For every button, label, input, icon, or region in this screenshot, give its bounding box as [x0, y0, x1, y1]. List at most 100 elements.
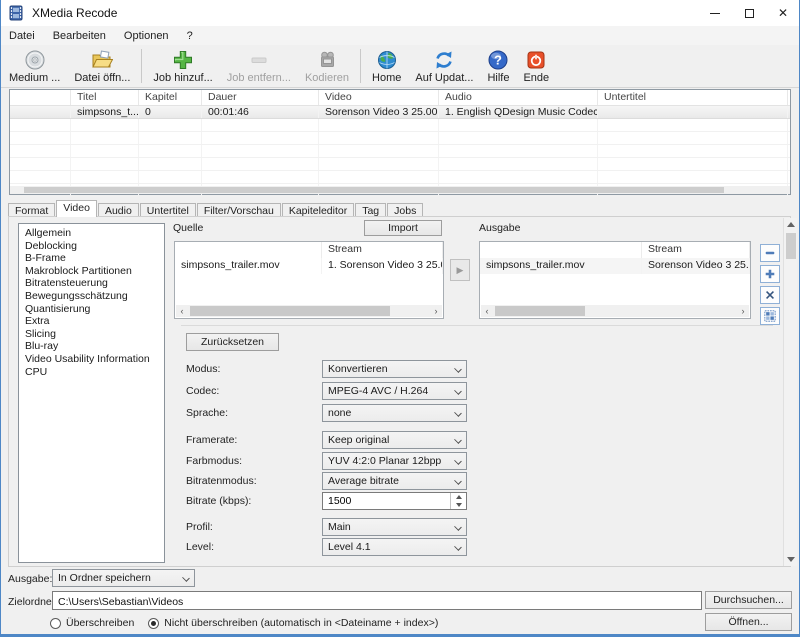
minimize-button[interactable] — [698, 0, 732, 26]
list-item-deblocking[interactable]: Deblocking — [19, 240, 164, 253]
chevron-down-icon — [454, 409, 462, 417]
file-list-table[interactable]: TitelKapitelDauerVideoAudioUntertitelsim… — [9, 89, 791, 195]
radio-overwrite[interactable]: Überschreiben — [50, 617, 134, 629]
list-item-bewegungssch-tzung[interactable]: Bewegungsschätzung — [19, 290, 164, 303]
hscrollbar-thumb[interactable] — [190, 306, 390, 316]
menu-item-datei[interactable]: Datei — [0, 28, 44, 44]
maximize-button[interactable] — [732, 0, 766, 26]
select-profil[interactable]: Main — [322, 518, 467, 536]
file-table-hscrollbar[interactable] — [10, 186, 790, 194]
table-row-empty — [10, 145, 790, 158]
output-file-cell: simpsons_trailer.mov — [480, 258, 642, 274]
scroll-up-icon[interactable] — [784, 218, 798, 231]
list-item-slicing[interactable]: Slicing — [19, 328, 164, 341]
select-codec[interactable]: MPEG-4 AVC / H.264 — [322, 382, 467, 400]
menu-item-bearbeiten[interactable]: Bearbeiten — [44, 28, 115, 44]
select-framerate[interactable]: Keep original — [322, 431, 467, 449]
column-header-Audio[interactable]: Audio — [439, 90, 598, 105]
spinner-arrows[interactable] — [450, 493, 466, 509]
transfer-stream-button[interactable]: ▶ — [450, 259, 470, 281]
close-button[interactable]: ✕ — [766, 0, 800, 26]
source-stream-row[interactable]: simpsons_trailer.mov 1. Sorenson Video 3… — [175, 258, 443, 274]
window-border-left — [0, 0, 1, 637]
panel-vscrollbar[interactable] — [783, 218, 797, 566]
column-header-Dauer[interactable]: Dauer — [202, 90, 319, 105]
tab-kapiteleditor[interactable]: Kapiteleditor — [282, 203, 354, 217]
list-item-cpu[interactable]: CPU — [19, 366, 164, 379]
list-item-allgemein[interactable]: Allgemein — [19, 227, 164, 240]
reset-button[interactable]: Zurücksetzen — [186, 333, 279, 351]
delete-stream-button[interactable] — [760, 286, 780, 304]
spin-down-icon[interactable] — [451, 501, 466, 509]
select-sprache[interactable]: none — [322, 404, 467, 422]
output-mode-select[interactable]: In Ordner speichern — [52, 569, 195, 587]
power-icon — [525, 49, 547, 71]
select-bitratenmodus[interactable]: Average bitrate — [322, 472, 467, 490]
select-modus[interactable]: Konvertieren — [322, 360, 467, 378]
toolbar-button-help[interactable]: ?Hilfe — [480, 46, 516, 86]
output-stream-row[interactable]: simpsons_trailer.mov Sorenson Video 3 25… — [480, 258, 750, 274]
radio-no-overwrite[interactable]: Nicht überschreiben (automatisch in <Dat… — [148, 617, 438, 629]
list-item-makroblock-partitionen[interactable]: Makroblock Partitionen — [19, 265, 164, 278]
source-table-hscrollbar[interactable]: ‹ › — [176, 305, 442, 317]
add-stream-button[interactable] — [760, 265, 780, 283]
toolbar-button-globe[interactable]: Home — [365, 46, 408, 86]
list-item-bitratensteuerung[interactable]: Bitratensteuerung — [19, 277, 164, 290]
table-cell — [71, 171, 139, 183]
toolbar-button-disc[interactable]: Medium ... — [2, 46, 67, 86]
tab-format[interactable]: Format — [8, 203, 55, 217]
tab-tag[interactable]: Tag — [355, 203, 386, 217]
hscrollbar-thumb[interactable] — [24, 187, 724, 193]
table-cell — [319, 119, 439, 131]
matrix-button[interactable] — [760, 307, 780, 325]
scroll-down-icon[interactable] — [784, 553, 798, 566]
toolbar-button-label: Job entfern... — [227, 72, 291, 84]
list-item-blu-ray[interactable]: Blu-ray — [19, 340, 164, 353]
tab-untertitel[interactable]: Untertitel — [140, 203, 196, 217]
column-header-icon[interactable] — [10, 90, 71, 105]
select-value: none — [328, 407, 351, 419]
output-stream-table[interactable]: Stream simpsons_trailer.mov Sorenson Vid… — [479, 241, 751, 319]
menu-item-?[interactable]: ? — [178, 28, 202, 44]
list-item-extra[interactable]: Extra — [19, 315, 164, 328]
browse-button[interactable]: Durchsuchen... — [705, 591, 792, 609]
toolbar-button-update[interactable]: Auf Updat... — [408, 46, 480, 86]
open-button[interactable]: Öffnen... — [705, 613, 792, 631]
scroll-left-icon[interactable]: ‹ — [481, 305, 493, 317]
tab-filtervorschau[interactable]: Filter/Vorschau — [197, 203, 281, 217]
target-folder-input[interactable] — [53, 594, 701, 611]
list-item-quantisierung[interactable]: Quantisierung — [19, 303, 164, 316]
scroll-left-icon[interactable]: ‹ — [176, 305, 188, 317]
select-farbmodus[interactable]: YUV 4:2:0 Planar 12bpp — [322, 452, 467, 470]
table-row[interactable]: simpsons_t...000:01:46Sorenson Video 3 2… — [10, 106, 790, 119]
column-header-Video[interactable]: Video — [319, 90, 439, 105]
video-settings-list[interactable]: AllgemeinDeblockingB-FrameMakroblock Par… — [18, 223, 165, 563]
table-row-empty — [10, 171, 790, 184]
tab-video[interactable]: Video — [56, 200, 97, 217]
source-stream-table[interactable]: Stream simpsons_trailer.mov 1. Sorenson … — [174, 241, 444, 319]
remove-stream-button[interactable] — [760, 244, 780, 262]
spin-up-icon[interactable] — [451, 493, 466, 501]
scroll-right-icon[interactable]: › — [430, 305, 442, 317]
select-value: Konvertieren — [328, 363, 388, 375]
column-header-Kapitel[interactable]: Kapitel — [139, 90, 202, 105]
list-item-b-frame[interactable]: B-Frame — [19, 252, 164, 265]
list-item-video-usability-information[interactable]: Video Usability Information — [19, 353, 164, 366]
field-label-bitratenmodus: Bitratenmodus: — [186, 475, 257, 487]
toolbar-button-open-folder[interactable]: Datei öffn... — [67, 46, 137, 86]
bitrate-spinner[interactable] — [322, 492, 467, 510]
tab-jobs[interactable]: Jobs — [387, 203, 423, 217]
hscrollbar-thumb[interactable] — [495, 306, 585, 316]
column-header-Untertitel[interactable]: Untertitel — [598, 90, 788, 105]
select-level[interactable]: Level 4.1 — [322, 538, 467, 556]
tab-audio[interactable]: Audio — [98, 203, 139, 217]
vscrollbar-thumb[interactable] — [786, 233, 796, 259]
menu-item-optionen[interactable]: Optionen — [115, 28, 178, 44]
toolbar-button-power[interactable]: Ende — [516, 46, 556, 86]
bitrate-input[interactable] — [323, 493, 449, 509]
toolbar-button-add-job[interactable]: Job hinzuf... — [146, 46, 219, 86]
output-table-hscrollbar[interactable]: ‹ › — [481, 305, 749, 317]
column-header-Titel[interactable]: Titel — [71, 90, 139, 105]
scroll-right-icon[interactable]: › — [737, 305, 749, 317]
import-button[interactable]: Import — [364, 220, 442, 236]
